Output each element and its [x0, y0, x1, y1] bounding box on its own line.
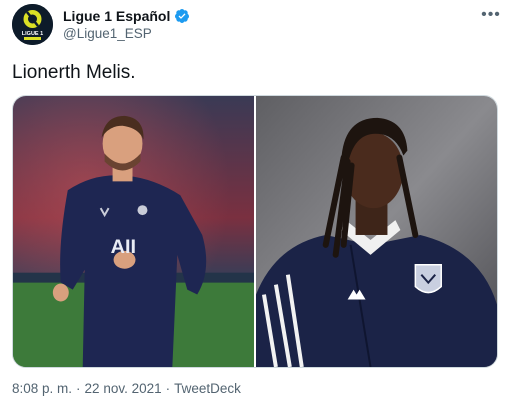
meta-separator-2: · — [165, 381, 171, 396]
name-row: Ligue 1 Español — [63, 8, 190, 24]
more-icon[interactable]: ••• — [478, 2, 504, 28]
media-grid: AII — [12, 95, 498, 368]
photo-right[interactable] — [256, 96, 497, 367]
avatar-text: LIGUE 1 — [22, 31, 43, 37]
verified-badge-icon — [174, 8, 190, 24]
tweet-meta: 8:08 p. m. · 22 nov. 2021 · TweetDeck — [12, 381, 241, 396]
shirt-text: AII — [111, 236, 136, 258]
tweet-date[interactable]: 22 nov. 2021 — [85, 381, 162, 396]
ligue1-logo-icon: LIGUE 1 — [12, 4, 53, 45]
photo-left[interactable]: AII — [13, 96, 254, 367]
tweet-time[interactable]: 8:08 p. m. — [12, 381, 72, 396]
tweet-text: Lionerth Melis. — [12, 62, 136, 83]
avatar[interactable]: LIGUE 1 — [12, 4, 53, 45]
display-name[interactable]: Ligue 1 Español — [63, 8, 170, 24]
handle[interactable]: @Ligue1_ESP — [63, 26, 152, 41]
tweet-card: LIGUE 1 Ligue 1 Español @Ligue1_ESP ••• … — [0, 0, 518, 400]
tweet-source[interactable]: TweetDeck — [174, 381, 241, 396]
meta-separator: · — [76, 381, 81, 396]
